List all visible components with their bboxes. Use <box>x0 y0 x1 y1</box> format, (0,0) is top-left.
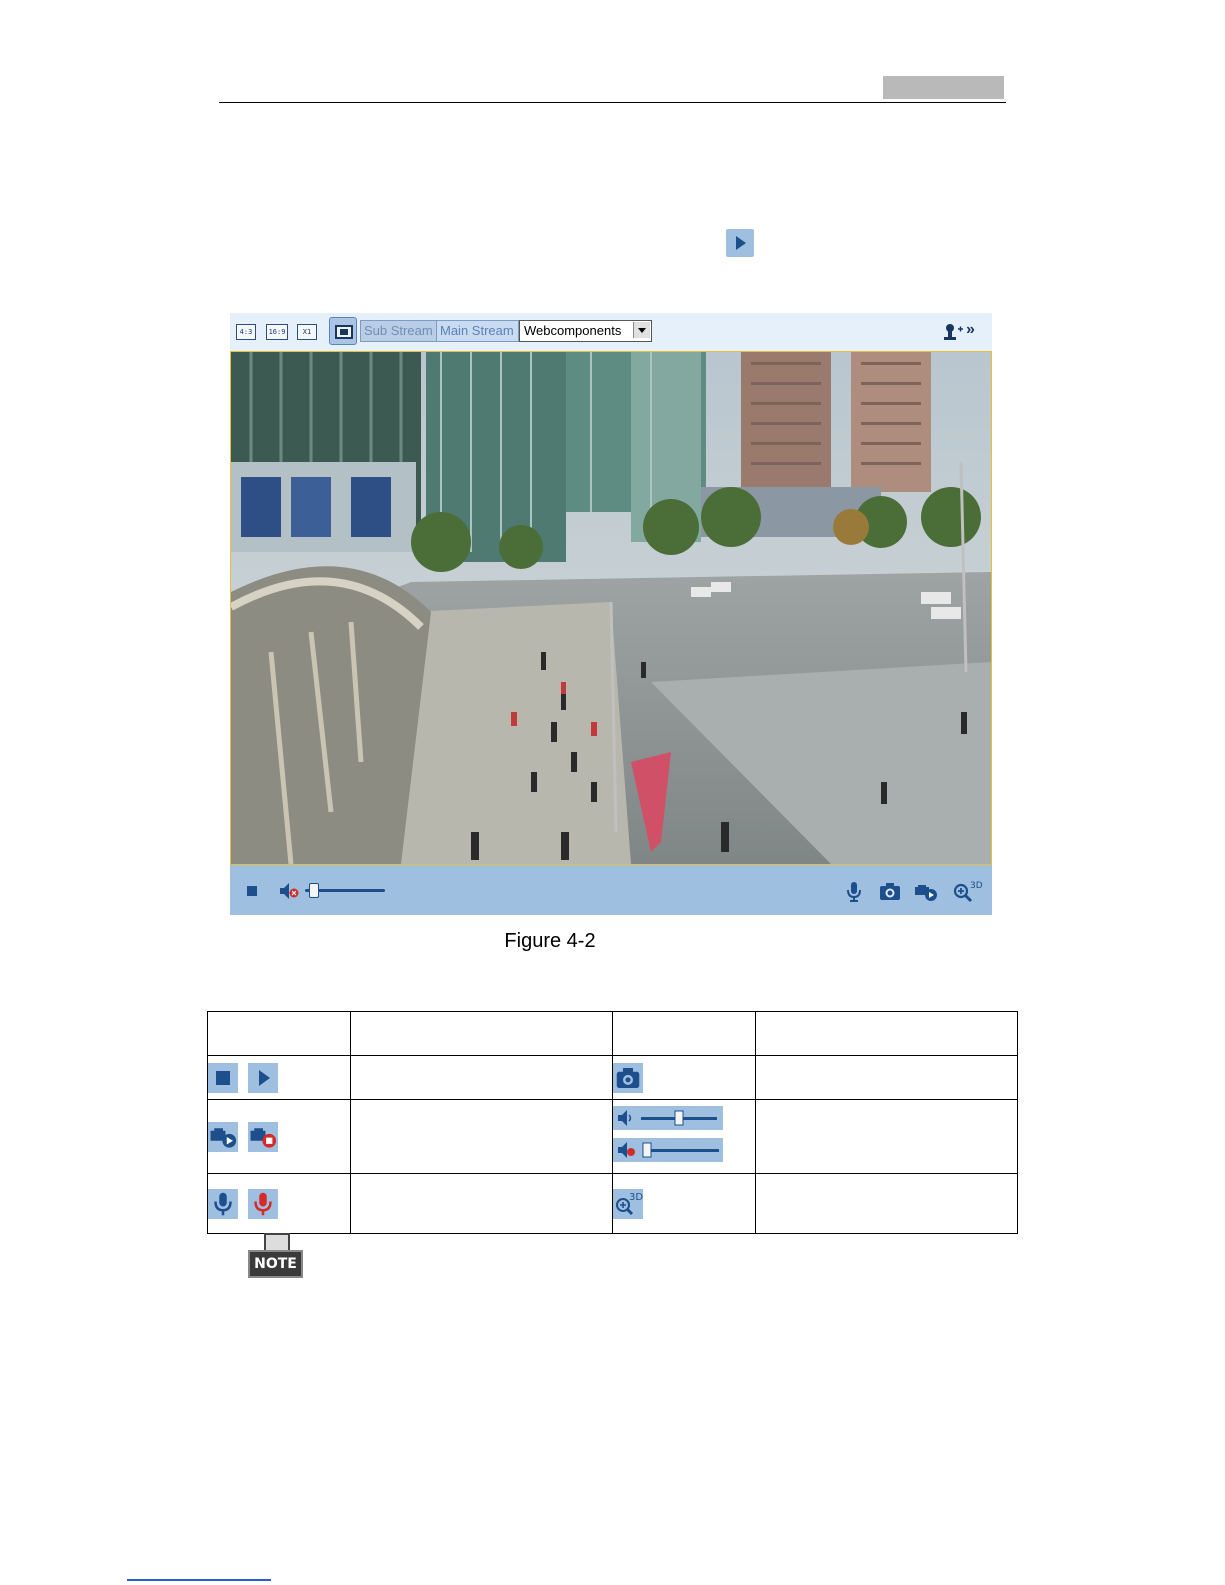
volume-slider[interactable] <box>305 883 385 898</box>
zoom-3d-icon: 3D <box>612 1188 643 1219</box>
table-cell <box>349 1055 613 1100</box>
sub-stream-button[interactable]: Sub Stream <box>360 320 441 342</box>
play-icon <box>726 229 754 257</box>
record-start-icon <box>208 1121 238 1152</box>
volume-muted-slider-icon <box>612 1138 723 1162</box>
camera-icon <box>612 1062 643 1093</box>
speaker-muted-icon[interactable] <box>278 881 300 901</box>
table-cell <box>207 1055 351 1100</box>
table-cell <box>611 1011 756 1056</box>
expand-icon[interactable]: » <box>966 321 975 339</box>
fit-window-button[interactable] <box>329 317 357 345</box>
original-size-button[interactable]: X1 <box>297 324 317 340</box>
ptz-icon[interactable] <box>942 322 964 342</box>
note-icon: NOTE <box>248 1233 303 1280</box>
table-cell <box>754 1055 1019 1100</box>
live-view-panel: 4:3 16:9 X1 Sub Stream Main Stream Webco… <box>230 313 992 915</box>
table-cell <box>349 1011 613 1056</box>
table-row: 3D <box>207 1173 1019 1234</box>
microphone-icon[interactable] <box>842 879 866 903</box>
zoom-3d-label: 3D <box>629 1192 643 1203</box>
note-label: NOTE <box>248 1250 303 1278</box>
chevron-down-icon[interactable] <box>633 322 650 338</box>
table-header-row <box>207 1011 1019 1056</box>
microphone-active-icon <box>248 1188 279 1219</box>
table-cell <box>754 1173 1019 1234</box>
figure-caption: Figure 4-2 <box>504 930 596 952</box>
table-cell <box>754 1011 1019 1056</box>
table-cell <box>207 1099 351 1174</box>
table-cell <box>611 1055 756 1100</box>
record-start-icon[interactable] <box>914 879 938 903</box>
table-row <box>207 1055 1019 1100</box>
table-cell <box>349 1099 613 1174</box>
video-frame-image <box>231 352 991 864</box>
table-row <box>207 1099 1019 1174</box>
table-cell <box>754 1099 1019 1174</box>
playback-control-bar: 3D <box>230 865 992 915</box>
main-stream-button[interactable]: Main Stream <box>436 320 519 342</box>
ratio-4-3-button[interactable]: 4:3 <box>236 324 256 340</box>
stop-icon <box>208 1062 238 1093</box>
plugin-select[interactable]: Webcomponents <box>519 320 652 342</box>
table-cell <box>207 1011 351 1056</box>
table-cell <box>611 1099 756 1174</box>
live-view-toolbar: 4:3 16:9 X1 Sub Stream Main Stream Webco… <box>230 313 992 352</box>
icon-description-table: 3D <box>207 1011 1019 1234</box>
camera-icon[interactable] <box>878 879 902 903</box>
play-icon <box>248 1062 279 1093</box>
video-feed[interactable] <box>230 351 992 865</box>
header-box <box>883 76 1004 99</box>
microphone-icon <box>208 1188 238 1219</box>
stop-button[interactable] <box>247 886 257 896</box>
table-cell <box>349 1173 613 1234</box>
record-stop-icon <box>248 1121 279 1152</box>
plugin-select-value: Webcomponents <box>524 323 622 338</box>
header-rule <box>219 102 1006 103</box>
volume-slider-handle[interactable] <box>309 883 319 898</box>
zoom-3d-label: 3D <box>970 881 983 891</box>
fit-window-icon <box>335 325 353 339</box>
table-cell <box>207 1173 351 1234</box>
volume-on-slider-icon <box>612 1106 723 1130</box>
zoom-3d-icon[interactable]: 3D <box>952 879 984 903</box>
table-cell: 3D <box>611 1173 756 1234</box>
ratio-16-9-button[interactable]: 16:9 <box>266 324 288 340</box>
footer-link-underline <box>127 1579 271 1581</box>
